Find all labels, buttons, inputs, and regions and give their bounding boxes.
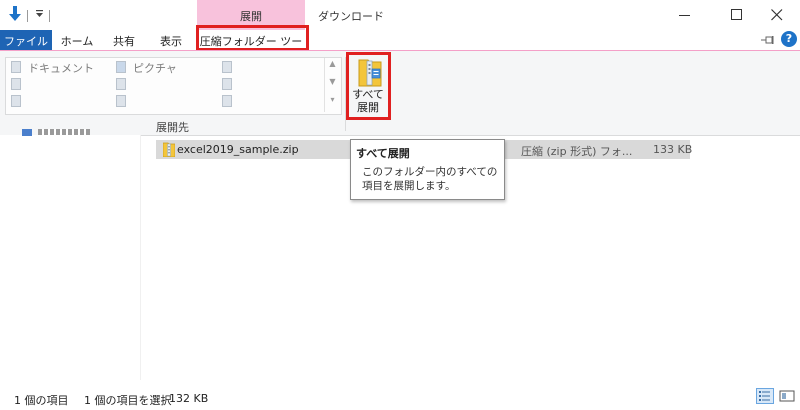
tooltip-title: すべて展開 [356, 147, 410, 160]
quick-access-customize-icon[interactable] [35, 9, 44, 19]
gallery-expand-icon[interactable]: ▾ [325, 95, 340, 104]
destination-item[interactable] [222, 94, 236, 108]
help-icon[interactable]: ? [781, 31, 797, 47]
destination-pictures-label: ピクチャ [133, 62, 177, 75]
file-size: 133 KB [653, 143, 693, 156]
destination-documents-label: ドキュメント [28, 62, 94, 75]
folder-icon [222, 61, 232, 73]
status-item-count: 1 個の項目 [14, 394, 69, 407]
destination-item[interactable] [222, 77, 236, 91]
file-type: 圧縮 (zip 形式) フォ... [521, 145, 633, 158]
scroll-down-icon[interactable]: ▼ [325, 77, 340, 86]
tab-file[interactable]: ファイル [0, 30, 52, 50]
tab-home[interactable]: ホーム [54, 30, 100, 50]
quick-access-download-icon[interactable] [8, 6, 22, 22]
file-name[interactable]: excel2019_sample.zip [177, 143, 299, 156]
folder-icon [116, 95, 126, 107]
highlight-box-tab [196, 25, 309, 51]
status-selected-count: 1 個の項目を選択 [84, 394, 172, 407]
folder-icon [222, 95, 232, 107]
destination-item[interactable] [11, 77, 25, 91]
nav-item-label-cut[interactable] [38, 129, 90, 135]
folder-icon [222, 78, 232, 90]
context-tab-header-label: 展開 [240, 10, 262, 23]
window-title: ダウンロード [318, 10, 384, 23]
tooltip-body: このフォルダー内のすべての項目を展開します。 [362, 166, 498, 192]
destination-item[interactable] [11, 94, 25, 108]
tab-view[interactable]: 表示 [150, 30, 192, 50]
quick-access-separator [27, 10, 28, 22]
ribbon-group-label: 展開先 [156, 121, 189, 134]
large-icons-view-button[interactable] [778, 388, 796, 404]
folder-icon [11, 95, 21, 107]
destination-pictures[interactable]: ピクチャ [116, 60, 216, 75]
gallery-scrollbar[interactable]: ▲ ▼ ▾ [324, 58, 340, 112]
folder-icon [11, 78, 21, 90]
quick-access-separator [49, 10, 50, 22]
destination-item[interactable] [116, 94, 130, 108]
pictures-icon [116, 61, 126, 73]
highlight-box-extract-all [346, 52, 391, 120]
close-button[interactable] [754, 0, 800, 30]
destination-item[interactable] [116, 77, 130, 91]
tab-home-label: ホーム [60, 35, 94, 48]
scroll-up-icon[interactable]: ▲ [325, 59, 340, 68]
pin-ribbon-icon[interactable] [761, 35, 775, 45]
zip-folder-icon [162, 142, 176, 158]
nav-item-icon [22, 129, 32, 136]
status-selected-size: 132 KB [169, 392, 209, 405]
document-icon [11, 61, 21, 73]
folder-icon [116, 78, 126, 90]
tab-share[interactable]: 共有 [104, 30, 144, 50]
details-view-button[interactable] [756, 388, 774, 404]
destination-item[interactable] [222, 60, 236, 74]
tab-view-label: 表示 [160, 35, 182, 48]
minimize-button[interactable] [662, 0, 708, 30]
navigation-pane[interactable] [0, 135, 141, 380]
tab-share-label: 共有 [113, 35, 135, 48]
destination-documents[interactable]: ドキュメント [11, 60, 111, 75]
tab-file-label: ファイル [4, 35, 48, 48]
